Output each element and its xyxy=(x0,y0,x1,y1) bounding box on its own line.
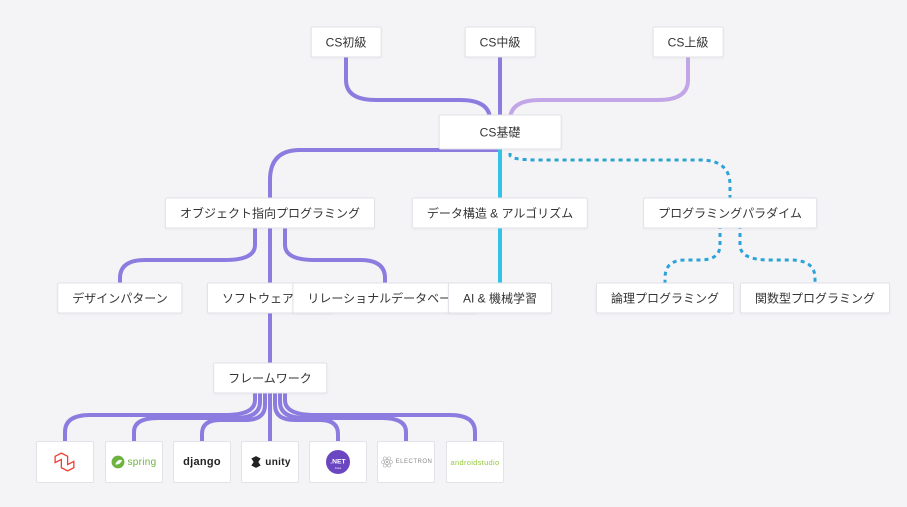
node-cs-fundamentals[interactable]: CS基礎 xyxy=(439,115,562,150)
node-ai-ml[interactable]: AI & 機械学習 xyxy=(448,283,552,314)
unity-icon xyxy=(249,455,263,469)
django-label: django xyxy=(183,456,221,468)
unity-label: unity xyxy=(265,457,290,468)
spring-icon xyxy=(111,455,125,469)
node-frameworks[interactable]: フレームワーク xyxy=(213,363,327,394)
node-func-prog[interactable]: 関数型プログラミング xyxy=(740,283,890,314)
node-cs-intermediate[interactable]: CS中級 xyxy=(465,27,536,58)
android-studio-label: androidstudio xyxy=(451,458,500,467)
framework-electron[interactable]: ELECTRON xyxy=(377,441,435,483)
node-design-patterns[interactable]: デザインパターン xyxy=(57,283,182,314)
framework-android-studio[interactable]: androidstudio xyxy=(446,441,504,483)
node-oop[interactable]: オブジェクト指向プログラミング xyxy=(165,198,375,229)
framework-laravel[interactable] xyxy=(36,441,94,483)
svg-text:.NET: .NET xyxy=(330,459,346,466)
framework-unity[interactable]: unity xyxy=(241,441,299,483)
framework-spring[interactable]: spring xyxy=(105,441,163,483)
svg-text:Core: Core xyxy=(335,466,342,470)
dotnet-icon: .NET Core xyxy=(323,447,353,477)
spring-label: spring xyxy=(127,457,156,468)
electron-label: ELECTRON xyxy=(396,459,433,465)
node-dsa[interactable]: データ構造 & アルゴリズム xyxy=(412,198,588,229)
node-cs-beginner[interactable]: CS初級 xyxy=(311,27,382,58)
framework-django[interactable]: django xyxy=(173,441,231,483)
node-logic-prog[interactable]: 論理プログラミング xyxy=(596,283,734,314)
node-cs-advanced[interactable]: CS上級 xyxy=(653,27,724,58)
framework-dotnet[interactable]: .NET Core xyxy=(309,441,367,483)
laravel-icon xyxy=(52,449,78,475)
connector-layer xyxy=(0,0,907,507)
electron-icon xyxy=(380,455,394,469)
node-paradigms[interactable]: プログラミングパラダイム xyxy=(643,198,817,229)
